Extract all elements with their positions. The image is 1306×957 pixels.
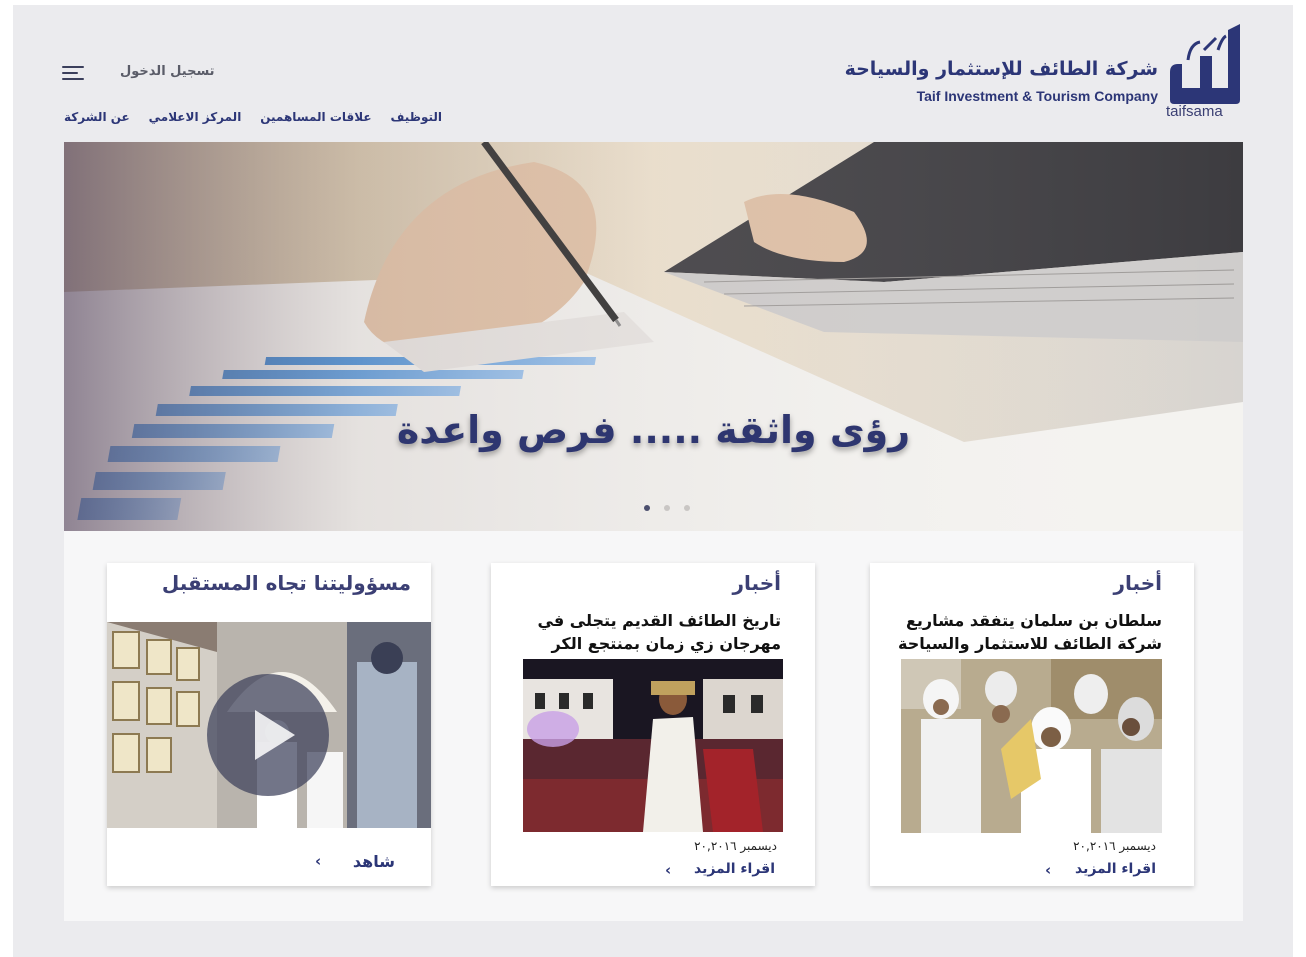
chevron-right-icon[interactable]: › bbox=[1045, 861, 1051, 879]
chevron-right-icon[interactable]: › bbox=[665, 861, 671, 879]
chevron-right-icon[interactable]: › bbox=[315, 852, 321, 870]
logo-wordmark: taifsama bbox=[1166, 103, 1223, 120]
play-icon[interactable] bbox=[207, 674, 329, 796]
read-more-link[interactable]: اقراء المزيد bbox=[1075, 861, 1156, 877]
slider-dots bbox=[644, 505, 690, 511]
card-heading: أخبار bbox=[732, 571, 781, 595]
news-card-1[interactable]: أخبار سلطان بن سلمان يتفقد مشاريع شركة ا… bbox=[870, 563, 1194, 886]
hero-banner[interactable]: رؤى واثقة ..... فرص واعدة bbox=[64, 142, 1243, 531]
nav-media-center[interactable]: المركز الاعلامي bbox=[149, 110, 242, 124]
slider-dot-2[interactable] bbox=[664, 505, 670, 511]
hero-title: رؤى واثقة ..... فرص واعدة bbox=[396, 408, 911, 452]
watch-link[interactable]: شاهد bbox=[353, 852, 395, 871]
main-nav: عن الشركة المركز الاعلامي علاقات المساهم… bbox=[64, 110, 442, 124]
company-name-ar: شركة الطائف للإستثمار والسياحة bbox=[844, 58, 1158, 80]
company-name-en: Taif Investment & Tourism Company bbox=[916, 88, 1158, 104]
company-logo-icon[interactable] bbox=[1160, 20, 1246, 116]
hamburger-menu-icon[interactable] bbox=[62, 66, 84, 80]
card-headline[interactable]: سلطان بن سلمان يتفقد مشاريع شركة الطائف … bbox=[892, 609, 1162, 655]
news-image[interactable] bbox=[901, 659, 1162, 833]
slider-dot-3[interactable] bbox=[684, 505, 690, 511]
read-more-link[interactable]: اقراء المزيد bbox=[694, 861, 775, 877]
nav-about[interactable]: عن الشركة bbox=[64, 110, 130, 124]
login-link[interactable]: تسجيل الدخول bbox=[120, 64, 215, 79]
nav-investor-relations[interactable]: علاقات المساهمين bbox=[260, 110, 371, 124]
news-card-2[interactable]: أخبار تاريخ الطائف القديم يتجلى في مهرجا… bbox=[491, 563, 815, 886]
video-thumbnail[interactable] bbox=[107, 622, 431, 828]
card-heading: أخبار bbox=[1113, 571, 1162, 595]
video-card[interactable]: مسؤوليتنا تجاه المستقبل شاهد › bbox=[107, 563, 431, 886]
card-heading: مسؤوليتنا تجاه المستقبل bbox=[161, 571, 411, 595]
card-date: ديسمبر ٢٠,٢٠١٦ bbox=[1073, 839, 1156, 853]
card-date: ديسمبر ٢٠,٢٠١٦ bbox=[694, 839, 777, 853]
news-image[interactable] bbox=[523, 659, 783, 832]
nav-careers[interactable]: التوظيف bbox=[390, 110, 442, 124]
slider-dot-1[interactable] bbox=[644, 505, 650, 511]
card-headline[interactable]: تاريخ الطائف القديم يتجلى في مهرجان زي ز… bbox=[511, 609, 781, 655]
hero-image bbox=[64, 142, 1243, 531]
